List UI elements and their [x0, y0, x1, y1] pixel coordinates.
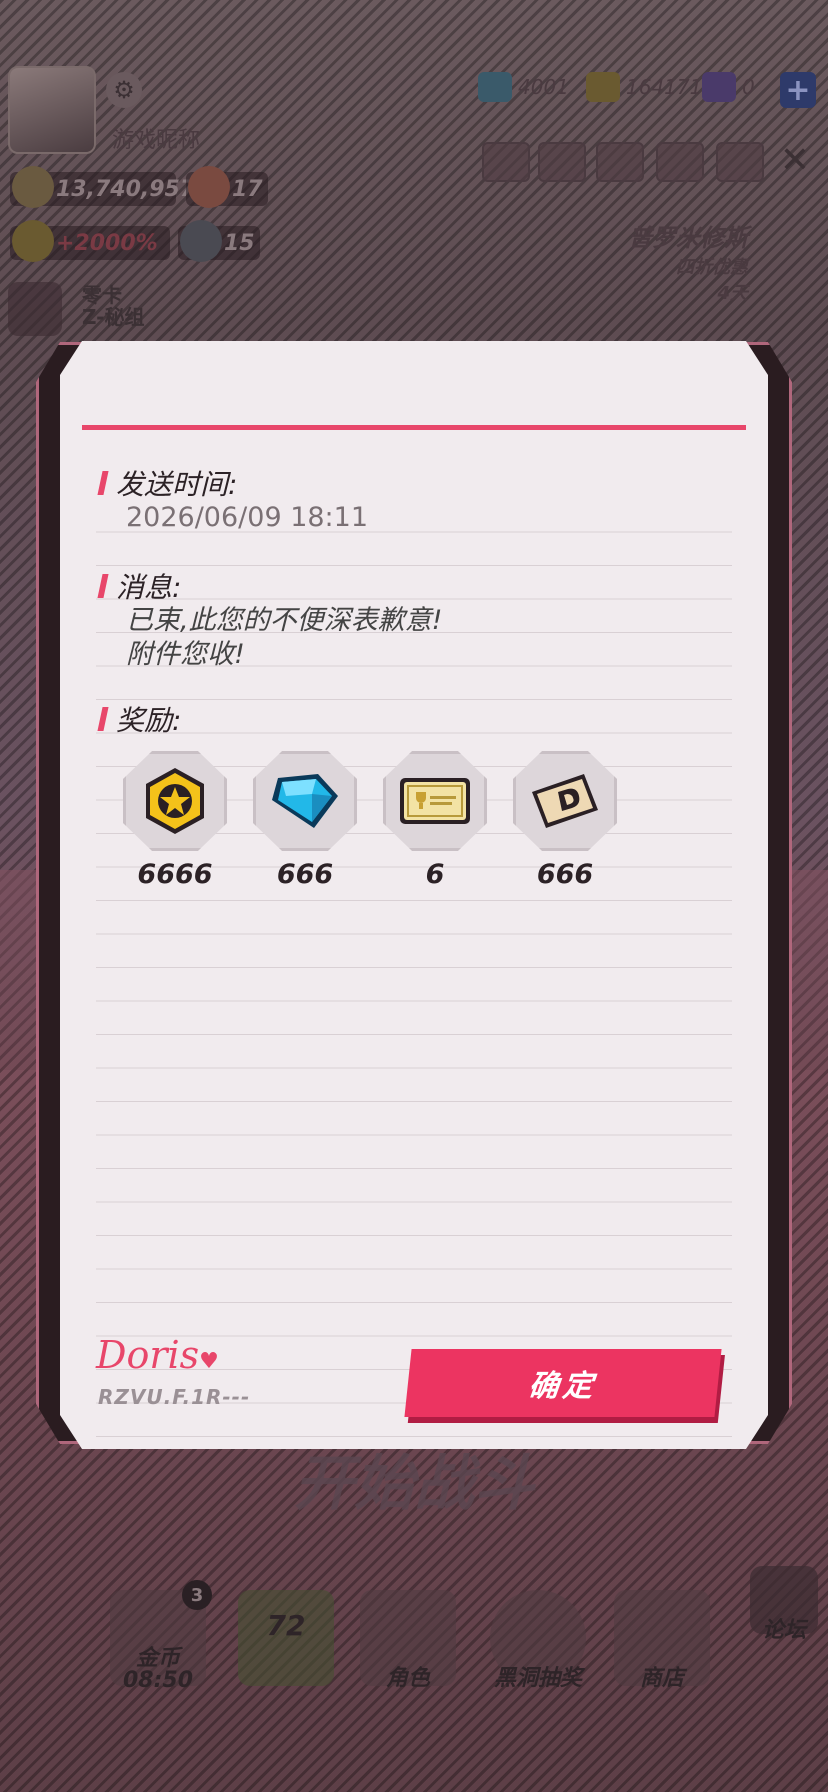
level-label: 72: [266, 1609, 306, 1642]
gold-label: 金币 08:50: [122, 1646, 194, 1693]
mail-icon[interactable]: [656, 142, 704, 182]
reward-item[interactable]: 6: [380, 751, 490, 890]
gold-coin-icon: [140, 766, 210, 836]
diamond-currency: 4001: [478, 72, 569, 102]
bottom-nav-shop[interactable]: 商店: [614, 1590, 710, 1691]
coin-icon: [586, 72, 620, 102]
card-title: 零卡: [82, 283, 122, 307]
message-label-text: 消息:: [116, 571, 182, 604]
heart-icon: ♥: [199, 1349, 219, 1374]
sword-icon: [180, 220, 222, 262]
coin-currency: 164171: [586, 72, 702, 102]
cup-icon[interactable]: [538, 142, 586, 182]
rewards-label-text: 奖励:: [116, 704, 182, 737]
heart-icon: [188, 166, 230, 208]
reward-frame: [253, 751, 357, 851]
event-title: 普罗米修斯: [628, 224, 748, 252]
hearts-stat: 17: [186, 166, 268, 208]
bonus-icon: [12, 220, 54, 262]
reward-count: 666: [536, 859, 594, 890]
card-info: 零卡 Z-秘组: [82, 284, 144, 328]
close-icon[interactable]: ✕: [780, 140, 810, 181]
gem-currency: 0: [702, 72, 755, 102]
reward-item[interactable]: 6666: [120, 751, 230, 890]
reward-frame: [513, 751, 617, 851]
event-subtitle: 四折优惠: [676, 257, 748, 278]
vip-icon[interactable]: [482, 142, 530, 182]
reward-count: 6666: [137, 859, 213, 890]
label-bar: [97, 471, 108, 495]
add-currency-button[interactable]: +: [780, 72, 816, 108]
settings-gear-icon: ⚙: [106, 72, 142, 108]
send-time-label: 发送时间:: [100, 463, 237, 503]
sword-value: 15: [224, 230, 255, 256]
bonus-value: +2000%: [56, 230, 158, 256]
bottom-nav-blackhole[interactable]: 黑洞抽奖: [490, 1590, 586, 1691]
sword-stat: 15: [178, 220, 260, 262]
ticket-icon: [398, 776, 472, 826]
forum-label: 论坛: [761, 1618, 806, 1643]
ranking-icon[interactable]: [596, 142, 644, 182]
diamond-value: 4001: [518, 75, 569, 99]
event-banner[interactable]: 普罗米修斯 四折优惠 4天: [628, 218, 748, 305]
player-name: 游戏昵称: [112, 128, 201, 153]
confirm-button[interactable]: 确定: [404, 1349, 721, 1417]
shop-label: 商店: [639, 1666, 684, 1691]
power-stat: 13,740,957: [10, 166, 195, 208]
card-sub: Z-秘组: [82, 305, 145, 329]
hearts-value: 17: [232, 176, 263, 202]
diamond-icon: [478, 72, 512, 102]
trophy-icon: [12, 166, 54, 208]
coin-value: 164171: [626, 75, 703, 99]
message-label: 消息:: [100, 566, 181, 606]
reward-frame: [123, 751, 227, 851]
blackhole-label: 黑洞抽奖: [493, 1666, 582, 1691]
reward-item[interactable]: 666: [250, 751, 360, 890]
message-line-1: 已束,此您的不便深表歉意!: [126, 605, 443, 636]
mail-dialog: 发送时间: 2026/06/09 18:11 消息: 已束,此您的不便深表歉意!…: [60, 341, 768, 1449]
send-time-value: 2026/06/09 18:11: [126, 502, 369, 533]
briefcase-icon[interactable]: [716, 142, 764, 182]
gem-value: 0: [742, 75, 755, 99]
label-bar: [97, 574, 108, 598]
d-card-icon: [528, 770, 602, 832]
reward-item[interactable]: 666: [510, 751, 620, 890]
confirm-label: 确定: [526, 1369, 599, 1404]
signature-code: RZVU.F.1R---: [98, 1385, 251, 1409]
reward-count: 666: [276, 859, 334, 890]
rewards-label: 奖励:: [100, 699, 181, 739]
z-card-icon: [8, 282, 62, 336]
bottom-nav-gold[interactable]: 3 金币 08:50: [110, 1580, 212, 1692]
reward-frame: [383, 751, 487, 851]
player-avatar: [8, 66, 96, 154]
blue-diamond-icon: [268, 770, 342, 832]
label-bar: [97, 707, 108, 731]
send-time-label-text: 发送时间:: [116, 468, 238, 501]
signature: Doris♥: [96, 1333, 219, 1377]
message-line-2: 附件您收!: [126, 639, 245, 670]
gold-badge: 3: [182, 1580, 212, 1610]
bottom-nav-character[interactable]: 角色: [360, 1590, 456, 1691]
character-label: 角色: [385, 1666, 430, 1691]
reward-count: 6: [425, 859, 445, 890]
bonus-stat: +2000%: [10, 220, 170, 262]
signature-text: Doris: [96, 1333, 200, 1377]
power-value: 13,740,957: [56, 176, 196, 202]
event-days: 4天: [717, 283, 748, 304]
dialog-top-rule: [82, 425, 746, 430]
forum-button[interactable]: 论坛: [750, 1566, 818, 1643]
bottom-nav-level[interactable]: 72: [238, 1590, 334, 1686]
gem-icon: [702, 72, 736, 102]
